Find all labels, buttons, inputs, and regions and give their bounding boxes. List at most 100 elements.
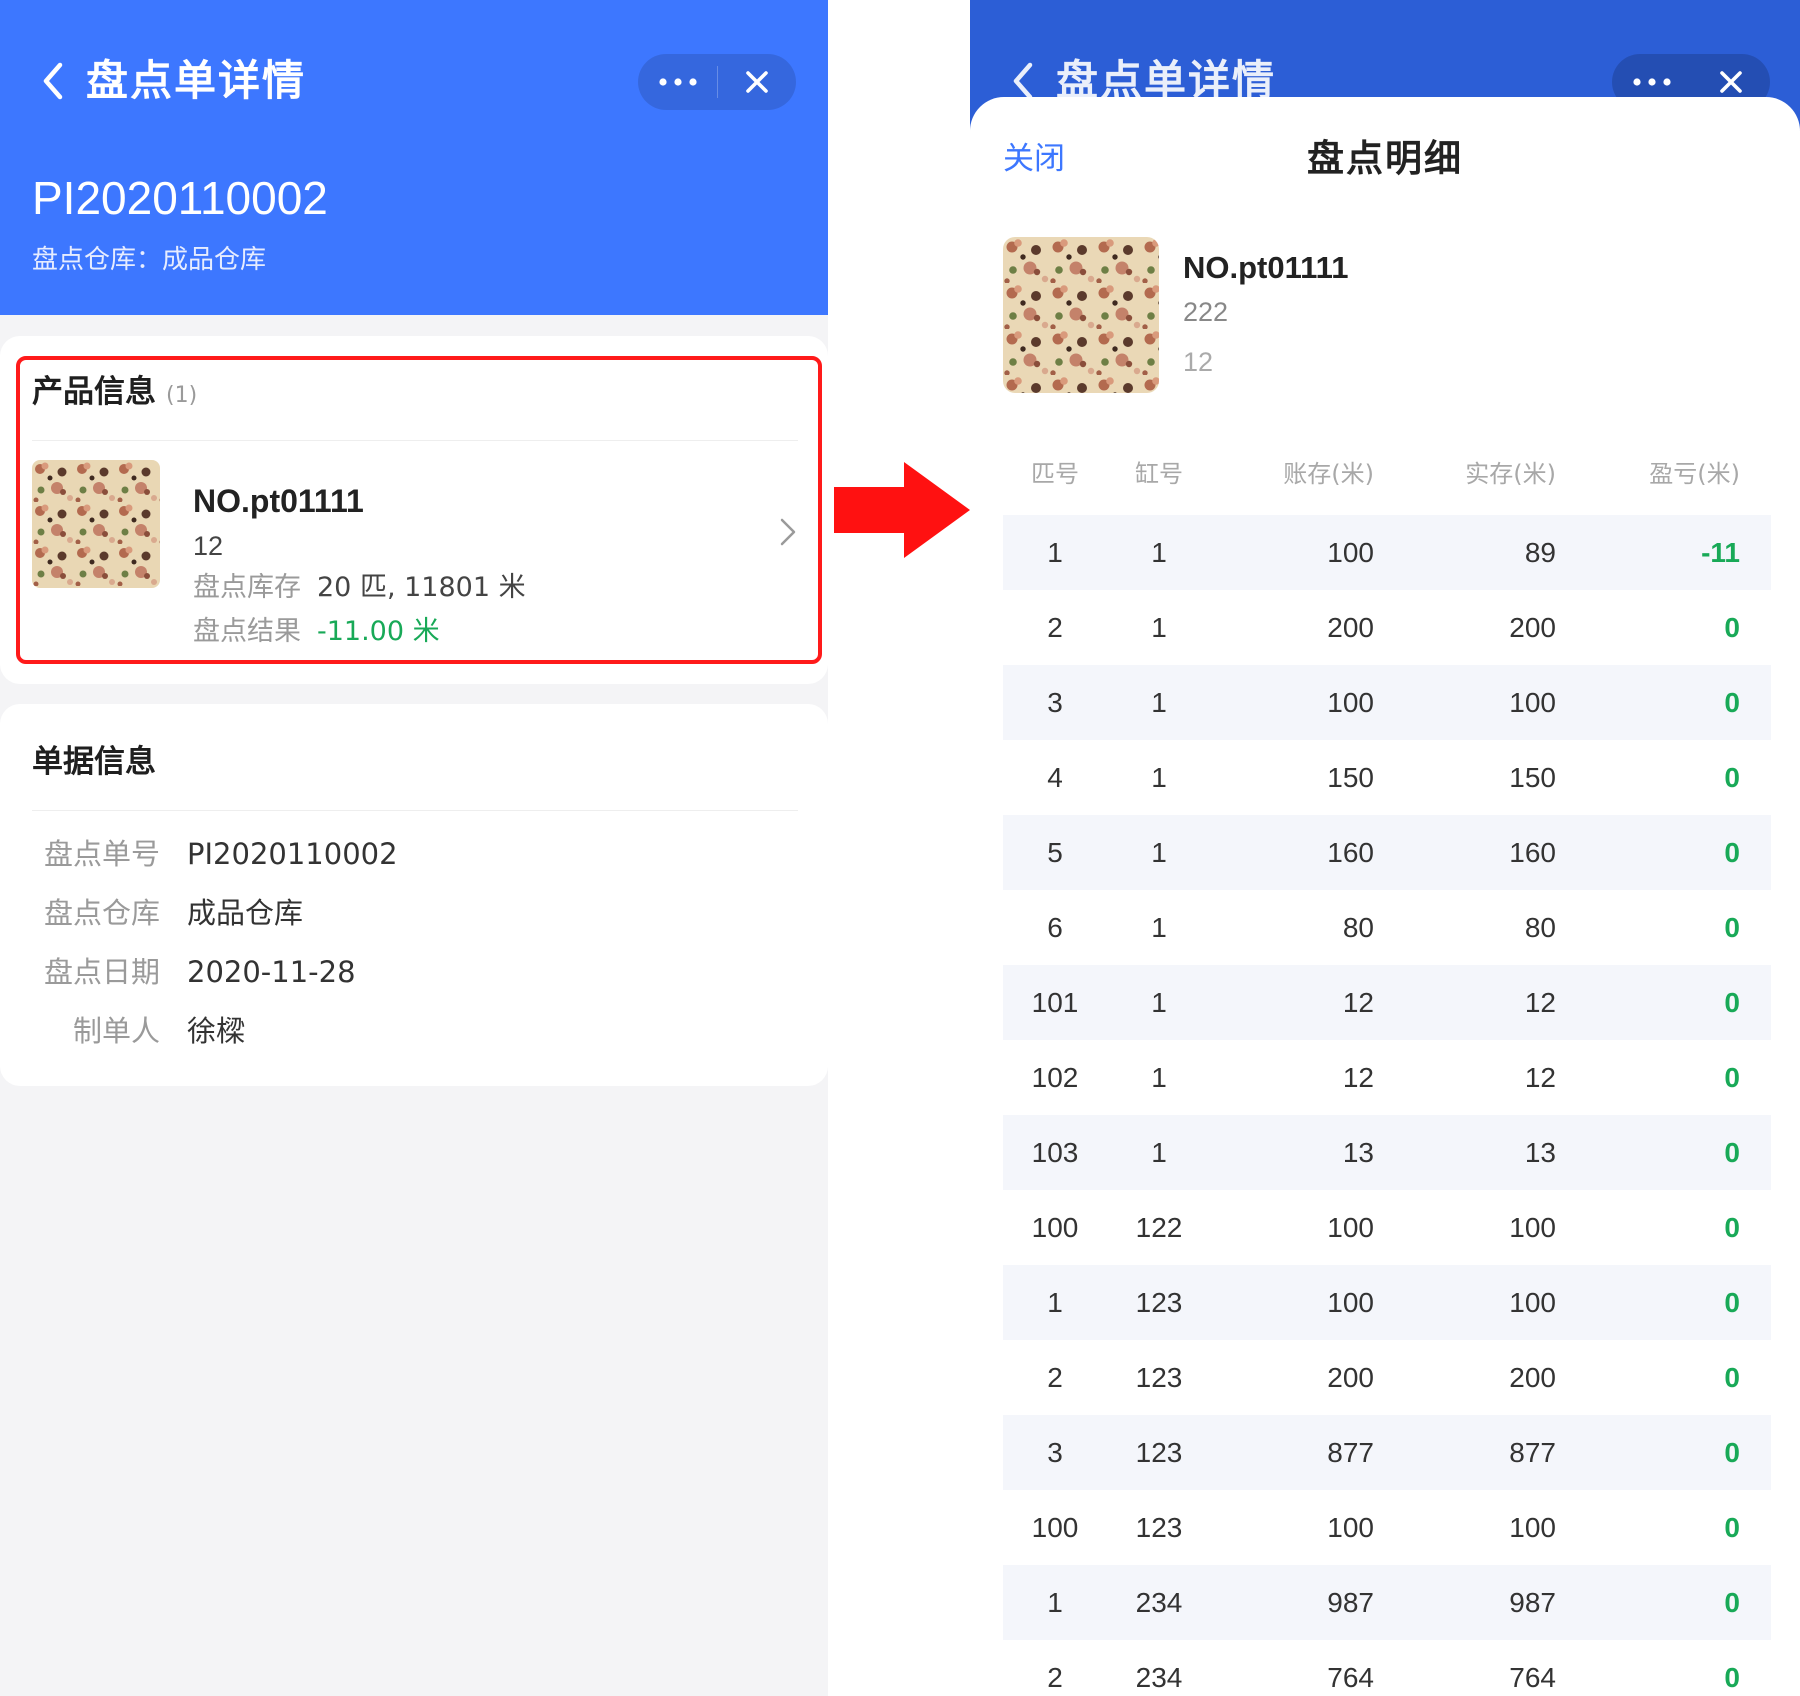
table-row: 100 123 100 100 0: [1003, 1490, 1771, 1565]
product-spec: 12: [1183, 347, 1214, 377]
column-header-variance: 盈亏(米): [1649, 459, 1740, 488]
table-row: 101 1 12 12 0: [1003, 965, 1771, 1040]
cell-lot-no: 1: [1151, 686, 1167, 718]
cell-lot-no: 1: [1151, 1136, 1167, 1168]
table-row: 103 1 13 13 0: [1003, 1115, 1771, 1190]
table-row: 2 234 764 764 0: [1003, 1640, 1771, 1696]
more-button[interactable]: [638, 54, 717, 110]
cell-actual-stock: 200: [1509, 1361, 1556, 1393]
cell-actual-stock: 764: [1509, 1661, 1556, 1693]
cell-lot-no: 1: [1151, 761, 1167, 793]
table-row: 3 123 877 877 0: [1003, 1415, 1771, 1490]
column-header-lot-no: 缸号: [1135, 459, 1183, 488]
inventory-breakdown-screen: 盘点单详情 关闭 盘点明细 NO.pt01111 222 12 匹号 缸号 账存…: [970, 0, 1800, 1696]
bottom-sheet: 关闭 盘点明细 NO.pt01111 222 12 匹号 缸号 账存(米) 实存…: [970, 97, 1800, 1696]
cell-book-stock: 160: [1327, 836, 1374, 868]
cell-actual-stock: 80: [1524, 911, 1556, 943]
warehouse-line: 盘点仓库：成品仓库: [32, 245, 267, 275]
info-label: 制单人: [72, 1014, 160, 1048]
cell-actual-stock: 150: [1509, 761, 1556, 793]
nav-title: 盘点单详情: [86, 56, 307, 105]
cell-actual-stock: 100: [1509, 686, 1556, 718]
close-icon: [1720, 71, 1742, 93]
cell-variance: 0: [1724, 1436, 1740, 1468]
column-header-piece-no: 匹号: [1031, 459, 1079, 488]
cell-actual-stock: 13: [1524, 1136, 1556, 1168]
cell-variance: 0: [1724, 1661, 1740, 1693]
table-body: 1 1 100 89 -11 2 1 200 200 0 3 1 100 100 0 4 1 150 150 0 5 1 1…: [1003, 515, 1771, 1696]
cell-actual-stock: 12: [1524, 1061, 1556, 1093]
close-icon: [746, 71, 768, 93]
cell-actual-stock: 200: [1509, 611, 1556, 643]
cell-lot-no: 123: [1135, 1286, 1183, 1318]
back-button[interactable]: [34, 56, 74, 106]
product-thumbnail: [1003, 237, 1159, 393]
info-row: 盘点日期 2020-11-28: [0, 950, 828, 994]
cell-lot-no: 1: [1151, 911, 1167, 943]
cell-lot-no: 123: [1135, 1436, 1183, 1468]
sheet-title: 盘点明细: [1307, 137, 1463, 180]
cell-piece-no: 100: [1031, 1511, 1079, 1543]
inventory-detail-screen: 盘点单详情 PI2020110002 盘点仓库：成品仓库 产品信息 (1) NO…: [0, 0, 828, 1696]
cell-book-stock: 100: [1327, 686, 1374, 718]
cell-piece-no: 5: [1047, 836, 1063, 868]
info-value: 2020-11-28: [187, 955, 356, 989]
table-row: 6 1 80 80 0: [1003, 890, 1771, 965]
cell-book-stock: 12: [1342, 986, 1374, 1018]
cell-variance: 0: [1724, 1061, 1740, 1093]
table-row: 2 1 200 200 0: [1003, 590, 1771, 665]
cell-variance: 0: [1724, 1586, 1740, 1618]
column-header-actual-stock: 实存(米): [1465, 459, 1556, 488]
divider: [32, 810, 798, 811]
table-row: 1 1 100 89 -11: [1003, 515, 1771, 590]
cell-variance: 0: [1724, 911, 1740, 943]
cell-variance: 0: [1724, 986, 1740, 1018]
flow-arrow: [834, 460, 974, 560]
cell-piece-no: 2: [1047, 1361, 1063, 1393]
cell-piece-no: 103: [1031, 1136, 1079, 1168]
table-row: 4 1 150 150 0: [1003, 740, 1771, 815]
cell-piece-no: 1: [1047, 1286, 1063, 1318]
cell-book-stock: 100: [1327, 1286, 1374, 1318]
cell-piece-no: 4: [1047, 761, 1063, 793]
cell-actual-stock: 100: [1509, 1211, 1556, 1243]
close-button[interactable]: [718, 54, 796, 110]
cell-lot-no: 1: [1151, 536, 1167, 568]
cell-piece-no: 100: [1031, 1211, 1079, 1243]
cell-book-stock: 200: [1327, 1361, 1374, 1393]
cell-variance: -11: [1701, 536, 1740, 568]
info-label: 盘点仓库: [43, 896, 160, 930]
cell-book-stock: 150: [1327, 761, 1374, 793]
product-name: NO.pt01111: [1183, 250, 1349, 285]
more-dots-icon: [658, 78, 697, 86]
cell-lot-no: 234: [1135, 1661, 1183, 1693]
cell-lot-no: 122: [1135, 1211, 1183, 1243]
table-row: 1 234 987 987 0: [1003, 1565, 1771, 1640]
highlight-frame: [16, 356, 822, 664]
cell-actual-stock: 100: [1509, 1511, 1556, 1543]
cell-lot-no: 123: [1135, 1511, 1183, 1543]
cell-actual-stock: 160: [1509, 836, 1556, 868]
info-row: 制单人 徐樑: [0, 1009, 828, 1053]
column-header-book-stock: 账存(米): [1283, 459, 1374, 488]
right-arrow-icon: [834, 462, 970, 558]
cell-book-stock: 764: [1327, 1661, 1374, 1693]
cell-lot-no: 1: [1151, 611, 1167, 643]
info-label: 盘点单号: [43, 837, 160, 871]
document-info-card: 单据信息 盘点单号 PI2020110002 盘点仓库 成品仓库 盘点日期 20…: [0, 704, 828, 1086]
cell-actual-stock: 987: [1509, 1586, 1556, 1618]
chevron-left-icon: [43, 62, 63, 100]
cell-book-stock: 80: [1342, 911, 1374, 943]
cell-lot-no: 234: [1135, 1586, 1183, 1618]
cell-book-stock: 877: [1327, 1436, 1374, 1468]
cell-book-stock: 100: [1327, 1211, 1374, 1243]
table-row: 3 1 100 100 0: [1003, 665, 1771, 740]
cell-actual-stock: 12: [1524, 986, 1556, 1018]
info-row: 盘点单号 PI2020110002: [0, 832, 828, 876]
cell-piece-no: 2: [1047, 611, 1063, 643]
cell-book-stock: 12: [1342, 1061, 1374, 1093]
table-row: 2 123 200 200 0: [1003, 1340, 1771, 1415]
cell-variance: 0: [1724, 1136, 1740, 1168]
table-header: 匹号 缸号 账存(米) 实存(米) 盈亏(米): [1003, 427, 1771, 515]
cell-variance: 0: [1724, 1361, 1740, 1393]
